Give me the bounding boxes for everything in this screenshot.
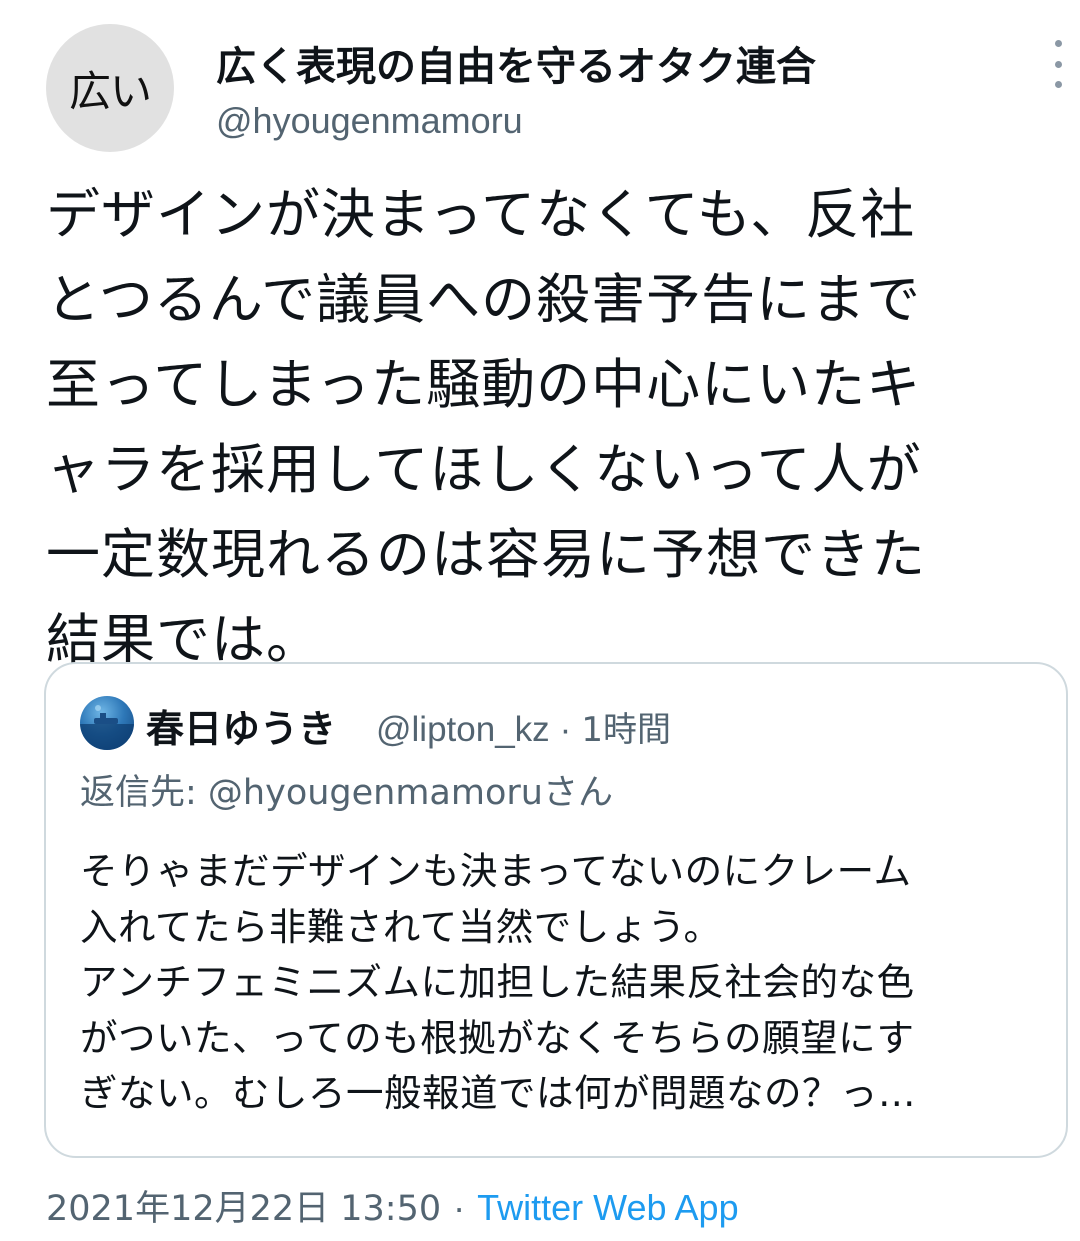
- quote-text-line: がついた、ってのも根拠がなくそちらの願望にす: [80, 1015, 915, 1060]
- quote-text-line: 入れてたら非難されて当然でしょう。: [80, 904, 722, 949]
- tweet-text-line: 至ってしまった騒動の中心にいたキ: [46, 353, 922, 416]
- author-avatar[interactable]: 広い: [46, 24, 174, 152]
- tweet-text-line: とつるんで議員への殺害予告にまで: [46, 268, 922, 331]
- tweet-text-line: デザインが決まってなくても、反社: [46, 183, 916, 246]
- quoted-tweet-card[interactable]: 春日ゆうき @lipton_kz · 1時間 返信先: @hyougenmamoru…: [44, 662, 1068, 1158]
- more-vertical-icon-dot-3: [1054, 81, 1062, 88]
- quote-text-line: アンチフェミニズムに加担した結果反社会的な色: [80, 960, 915, 1004]
- tweet-header: 広い 広く表現の自由を守るオタク連合 @hyougenmamoru: [0, 0, 1080, 160]
- reply-to-label: 返信先: @hyougenmamoruさん: [80, 773, 613, 813]
- tweet-text-line: ャラを採用してほしくないって人が: [46, 438, 922, 501]
- more-options-button[interactable]: [1040, 40, 1076, 88]
- tweet-footer: 2021年12月22日 13:50 · Twitter Web App: [46, 1180, 739, 1231]
- tweet-text-line: 一定数現れるのは容易に予想できた: [46, 523, 926, 586]
- tweet-text: デザインが決まってなくても、反社 とつるんで議員への殺害予告にまで 至ってしまっ…: [46, 172, 1046, 682]
- quote-timestamp[interactable]: 1時間: [581, 710, 671, 750]
- quote-text: そりゃまだデザインも決まってないのにクレーム 入れてたら非難されて当然でしょう。…: [80, 844, 1040, 1122]
- quote-display-name[interactable]: 春日ゆうき: [146, 698, 336, 753]
- quote-text-line: そりゃまだデザインも決まってないのにクレーム: [80, 849, 912, 893]
- footer-separator: ·: [453, 1187, 466, 1228]
- quote-handle[interactable]: @lipton_kz: [376, 710, 550, 749]
- ocean-avatar-icon: [80, 696, 134, 750]
- meta-separator: ·: [559, 710, 572, 749]
- author-display-name[interactable]: 広く表現の自由を守るオタク連合: [216, 34, 816, 92]
- tweet-datetime[interactable]: 2021年12月22日 13:50: [46, 1189, 441, 1229]
- quote-meta: @lipton_kz · 1時間: [376, 702, 671, 751]
- avatar-text: 広い: [68, 66, 152, 116]
- author-handle[interactable]: @hyougenmamoru: [216, 100, 523, 142]
- source-app-link[interactable]: Twitter Web App: [477, 1187, 738, 1228]
- more-vertical-icon-dot-2: [1054, 60, 1062, 68]
- quote-text-line: ぎない。むしろ一般報道では何が問題なの？っ…: [80, 1071, 916, 1115]
- more-vertical-icon: [1054, 40, 1062, 47]
